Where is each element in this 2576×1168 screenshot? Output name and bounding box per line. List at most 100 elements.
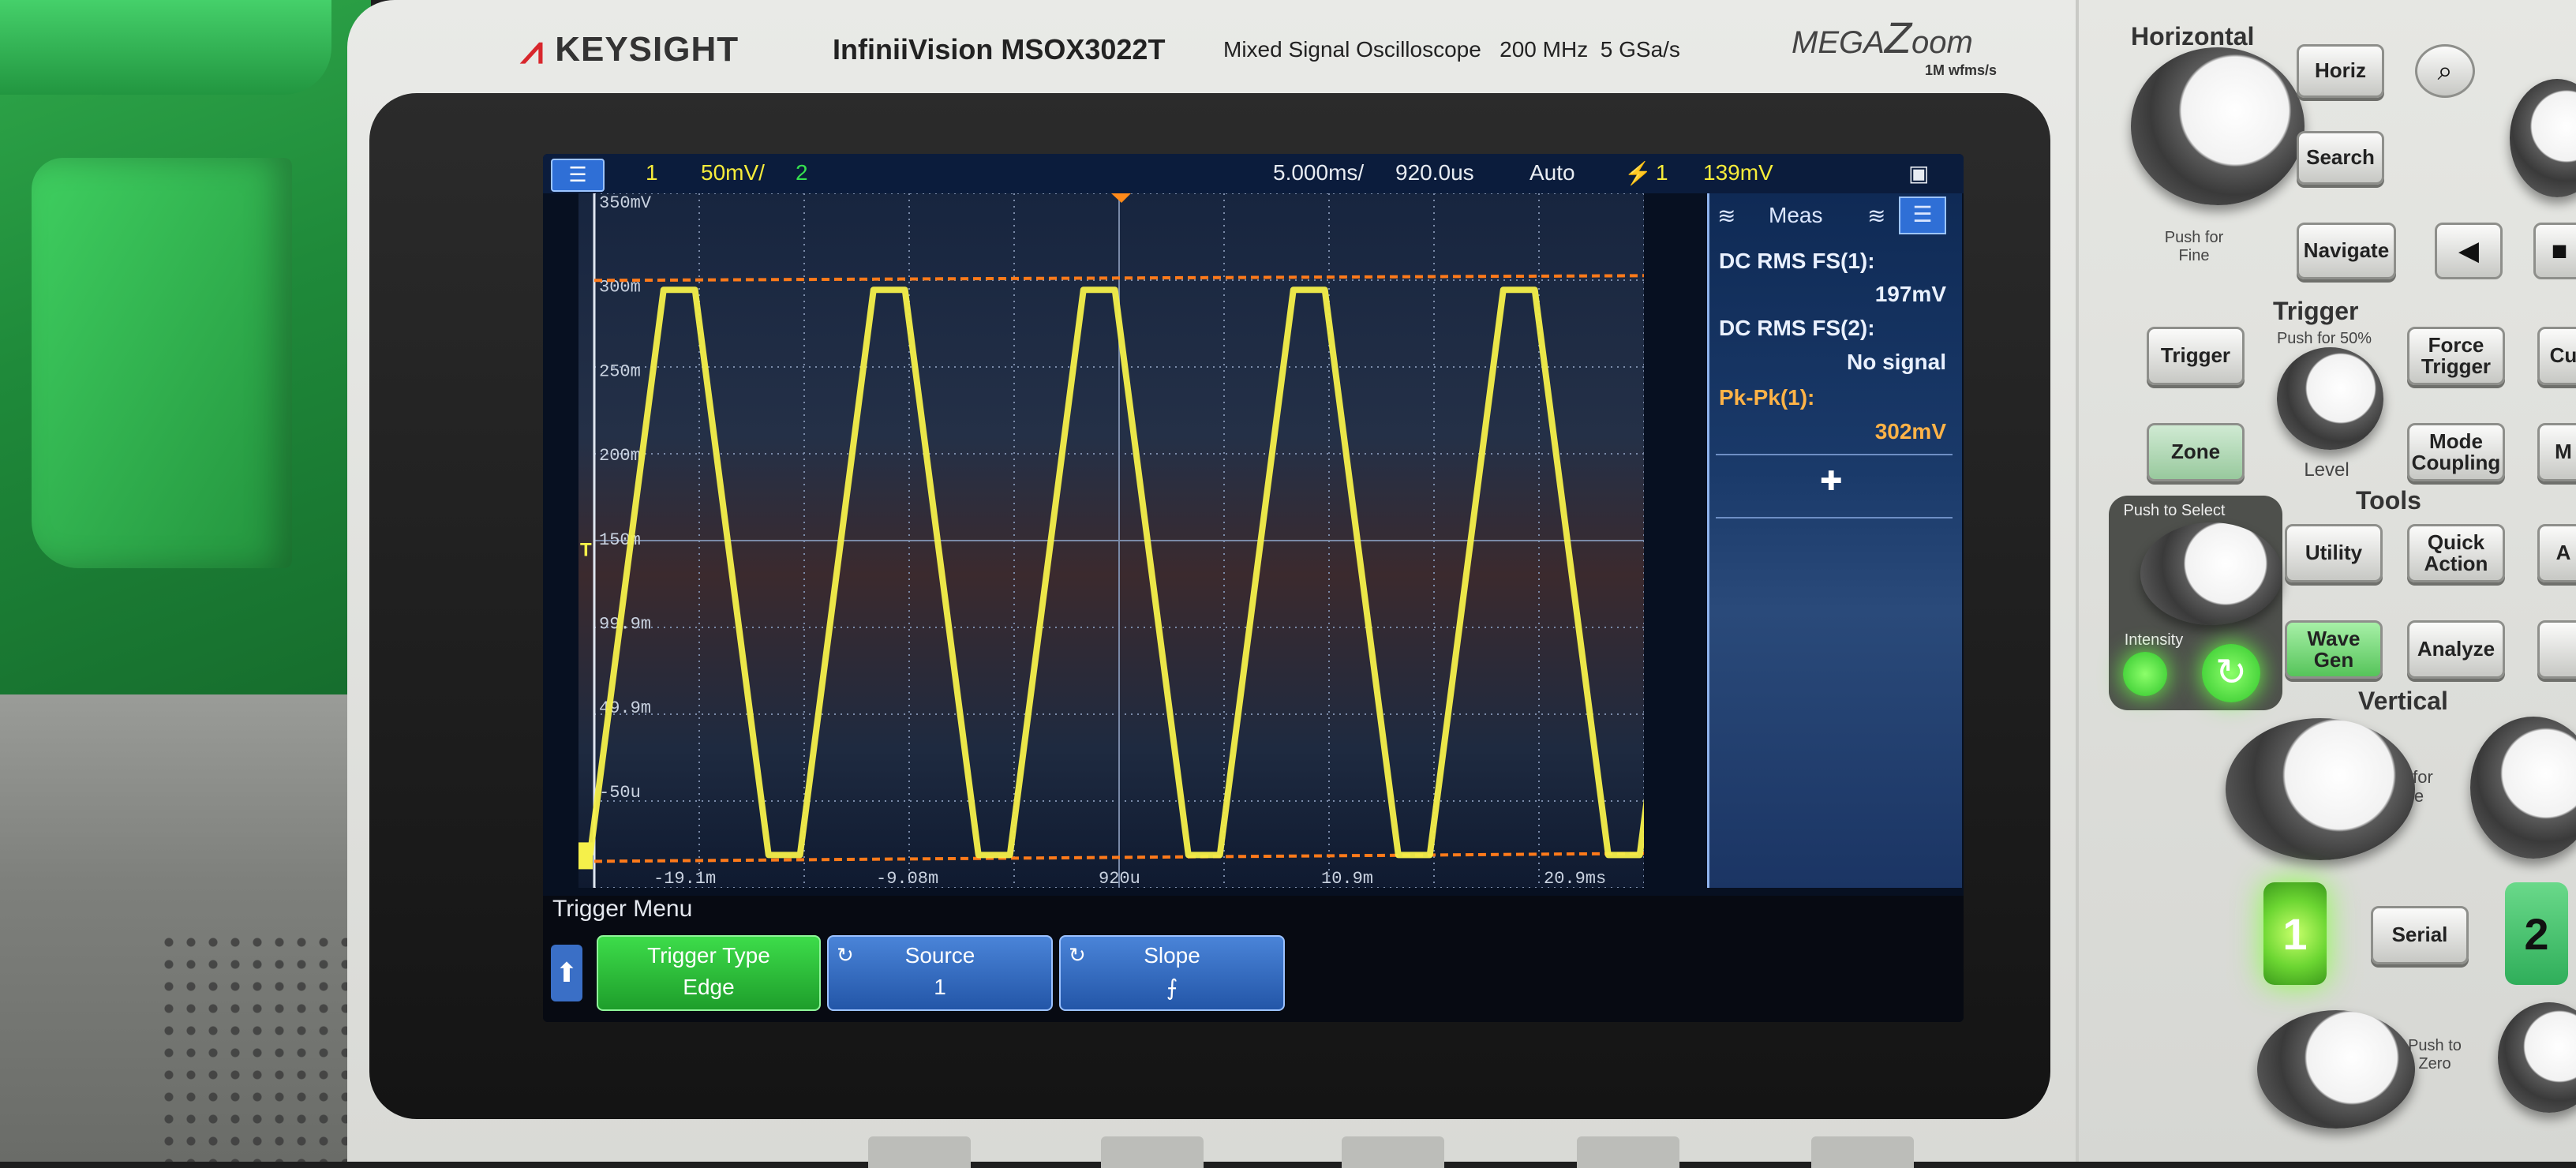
- trigger-level: 139mV: [1703, 160, 1773, 185]
- delay-marker-icon: [1111, 193, 1131, 203]
- meas-separator: [1716, 454, 1953, 455]
- softkey-source[interactable]: ↻ Source 1: [827, 935, 1053, 1011]
- e-label: e: [2413, 786, 2424, 806]
- channel-2-button[interactable]: 2: [2505, 882, 2568, 985]
- horizontal-title: Horizontal: [2131, 22, 2255, 51]
- delay: 920.0us: [1395, 160, 1474, 185]
- add-measurement-icon[interactable]: ✚: [1820, 466, 1843, 497]
- softkey-3-line1: Slope: [1144, 943, 1200, 968]
- y-tick-label: -50u: [599, 783, 641, 803]
- scroll-icon-2: ≋: [1867, 204, 1886, 228]
- bottom-softkey-5[interactable]: [1811, 1136, 1914, 1168]
- brand-logo: ⩘ KEYSIGHT: [521, 14, 739, 85]
- navigate-button[interactable]: Navigate: [2297, 223, 2396, 279]
- display-screen: ☰ 1 50mV/ 2 5.000ms/ 920.0us Auto ⚡ 1 13…: [543, 154, 1964, 1022]
- x-tick-label: 20.9ms: [1544, 869, 1606, 888]
- bottom-softkey-4[interactable]: [1577, 1136, 1679, 1168]
- zone-button[interactable]: Zone: [2147, 423, 2245, 481]
- back-up-icon[interactable]: ⬆: [551, 945, 582, 1001]
- analyze-button[interactable]: Analyze: [2407, 620, 2505, 679]
- green-object: [0, 0, 371, 694]
- softkey-bar: Trigger Menu ⬆ Trigger Type Edge ↻ Sourc…: [543, 896, 1964, 1022]
- horiz-button[interactable]: Horiz: [2297, 44, 2384, 98]
- keysight-wave-icon: ⩘: [521, 27, 545, 72]
- ch1-scale: 50mV/: [701, 160, 765, 185]
- measurement-panel: ≋ Meas ≋ ☰ DC RMS FS(1): 197mV DC RMS FS…: [1707, 193, 1962, 888]
- status-bar: ☰ 1 50mV/ 2 5.000ms/ 920.0us Auto ⚡ 1 13…: [543, 154, 1964, 193]
- green-object-fold: [32, 158, 292, 568]
- description-text: Mixed Signal Oscilloscope: [1223, 37, 1481, 62]
- meas-button-partial[interactable]: M: [2537, 423, 2576, 481]
- intensity-led[interactable]: [2123, 652, 2167, 696]
- bottom-softkey-2[interactable]: [1101, 1136, 1204, 1168]
- waveform-plot: 350mV300m250m200m150m99.9m49.9m-50u-19.1…: [578, 193, 1964, 889]
- meas-label-1: DC RMS FS(1):: [1719, 249, 1875, 273]
- model-description: Mixed Signal Oscilloscope 200 MHz 5 GSa/…: [1223, 14, 1680, 85]
- bottom-softkey-3[interactable]: [1342, 1136, 1444, 1168]
- graticule: 350mV 300m 250m 200m 150m 99.9m 49.9m -50u -19.1…: [578, 193, 1964, 889]
- refresh-icon[interactable]: ↻: [2202, 644, 2260, 702]
- green-object-top: [0, 0, 331, 95]
- level-label: Level: [2304, 459, 2349, 481]
- ch1-position-knob[interactable]: [2257, 1010, 2415, 1129]
- menu-title: Trigger Menu: [552, 896, 693, 922]
- bottom-softkey-1[interactable]: [868, 1136, 971, 1168]
- ch1-indicator[interactable]: 1: [646, 160, 658, 185]
- meas-title: Meas: [1769, 203, 1823, 227]
- ch1-scale-knob[interactable]: [2226, 718, 2415, 860]
- softkey-trigger-type[interactable]: Trigger Type Edge: [597, 935, 821, 1011]
- zoom-magnifier-icon[interactable]: ⌕: [2415, 44, 2475, 98]
- search-button[interactable]: Search: [2297, 131, 2384, 185]
- vent-grille: [158, 931, 355, 1162]
- softkey-1-line1: Trigger Type: [647, 943, 770, 968]
- meas-label-2: DC RMS FS(2):: [1719, 316, 1875, 340]
- y-tick-label: 99.9m: [599, 615, 651, 635]
- y-tick-label: 200m: [599, 446, 641, 466]
- utility-button[interactable]: Utility: [2285, 524, 2383, 582]
- mode-coupling-button[interactable]: Mode Coupling: [2407, 423, 2505, 481]
- wave-gen-button[interactable]: Wave Gen: [2285, 620, 2383, 679]
- vertical-title: Vertical: [2358, 687, 2448, 715]
- main-menu-icon[interactable]: ☰: [551, 159, 605, 192]
- softkey-1-line2: Edge: [683, 975, 735, 999]
- force-trigger-button[interactable]: Force Trigger: [2407, 327, 2505, 385]
- x-tick-label: -19.1m: [653, 869, 716, 888]
- grey-box: [0, 694, 371, 1162]
- ground-marker: [578, 842, 593, 870]
- timebase: 5.000ms/: [1273, 160, 1365, 185]
- push-for-50-label: Push for 50%: [2276, 330, 2372, 347]
- channel-1-button[interactable]: 1: [2263, 882, 2327, 985]
- ch2-indicator[interactable]: 2: [796, 160, 808, 185]
- trigger-source: 1: [1656, 160, 1668, 185]
- acquire-icon[interactable]: ▣: [1908, 160, 1929, 186]
- acquire-button-partial[interactable]: A: [2537, 524, 2576, 582]
- navigate-stop-icon[interactable]: ■: [2533, 223, 2576, 279]
- trigger-button[interactable]: Trigger: [2147, 327, 2245, 385]
- x-tick-label: -9.08m: [876, 869, 938, 888]
- megazoom-z: Z: [1884, 13, 1912, 62]
- quick-action-button[interactable]: Quick Action: [2407, 524, 2505, 582]
- meas-header[interactable]: ≋ Meas ≋ ☰: [1709, 193, 1962, 237]
- trigger-marker: T: [580, 540, 592, 561]
- trigger-edge-icon: ⚡: [1624, 161, 1652, 185]
- softkey-3-line2: ⨍: [1166, 975, 1178, 1000]
- softkey-slope[interactable]: ↻ Slope ⨍: [1059, 935, 1285, 1011]
- trigger-level-knob[interactable]: [2277, 347, 2383, 450]
- meas-label-3: Pk-Pk(1):: [1719, 385, 1815, 410]
- tools-title: Tools: [2356, 486, 2421, 515]
- entry-knob[interactable]: [2140, 522, 2282, 625]
- cursor-button-partial[interactable]: Cu: [2537, 327, 2576, 385]
- trigger-mode: Auto: [1530, 160, 1575, 185]
- y-tick-label: 250m: [599, 361, 641, 381]
- softkey-2-line2: 1: [934, 975, 946, 999]
- right-partial-button[interactable]: [2537, 620, 2576, 679]
- serial-button[interactable]: Serial: [2371, 906, 2469, 964]
- meas-value-3: 302mV: [1874, 419, 1946, 444]
- navigate-back-icon[interactable]: ◀: [2435, 223, 2503, 279]
- bandwidth-text: 200 MHz: [1500, 37, 1589, 62]
- trigger-title: Trigger: [2273, 297, 2359, 325]
- meas-value-2: No signal: [1846, 350, 1946, 374]
- horizontal-scale-knob[interactable]: [2131, 47, 2305, 205]
- push-to-zero-label: Push to Zero: [2408, 1037, 2462, 1073]
- meas-menu-icon[interactable]: ☰: [1899, 197, 1946, 234]
